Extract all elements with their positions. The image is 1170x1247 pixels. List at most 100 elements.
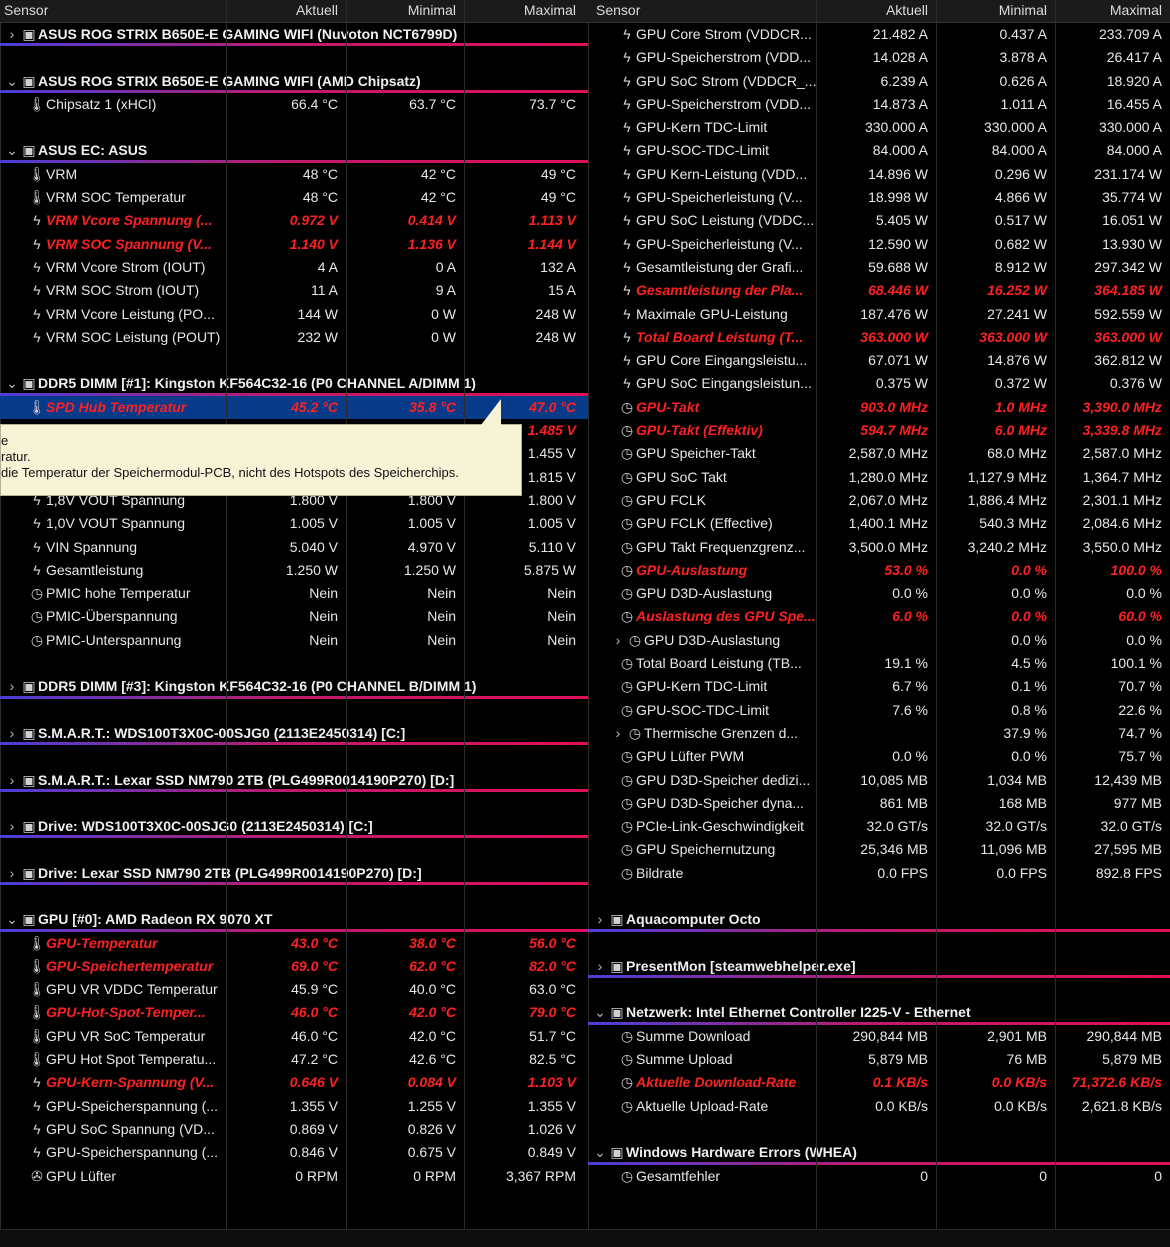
sensor-row[interactable]: ◷ GPU SoC Takt 1,280.0 MHz 1,127.9 MHz 1,364…	[588, 466, 1170, 489]
sensor-row[interactable]: 🌡GPU-Temperatur 43.0 °C 38.0 °C 56.0 °C	[0, 932, 588, 955]
sensor-group-header[interactable]: › ▣ ASUS ROG STRIX B650E-E GAMING WIFI (Nu…	[0, 23, 588, 47]
sensor-row[interactable]: ◷ GPU-Takt (Effektiv) 594.7 MHz 6.0 MHz 3,33…	[588, 419, 1170, 442]
chevron-down-icon[interactable]: ⌄	[4, 372, 20, 395]
sensor-row[interactable]: ◷ PCIe-Link-Geschwindigkeit 32.0 GT/s 32.0 …	[588, 815, 1170, 838]
chevron-right-icon[interactable]: ›	[4, 675, 20, 698]
chevron-right-icon[interactable]: ›	[592, 908, 608, 931]
sensor-row[interactable]: ◷ Aktuelle Upload-Rate 0.0 KB/s 0.0 KB/s 2,6…	[588, 1095, 1170, 1118]
sensor-row[interactable]: ϟ VRM Vcore Strom (IOUT) 4 A 0 A 132 A	[0, 256, 588, 279]
header-min[interactable]: Minimal	[346, 0, 464, 22]
sensor-row[interactable]: ϟ GPU Kern-Leistung (VDD... 14.896 W 0.296 …	[588, 163, 1170, 186]
sensor-row[interactable]: ϟ GPU-SOC-TDC-Limit 84.000 A 84.000 A 84.000…	[588, 139, 1170, 162]
sensor-row[interactable]: ϟ GPU-Speicherspannung (... 0.846 V 0.675 V…	[0, 1141, 588, 1164]
chevron-right-icon[interactable]: ›	[610, 629, 626, 652]
chevron-right-icon[interactable]: ›	[4, 862, 20, 885]
sensor-row[interactable]: ϟ Gesamtleistung der Grafi... 59.688 W 8.91…	[588, 256, 1170, 279]
sensor-row[interactable]: ϟ GPU SoC Spannung (VD... 0.869 V 0.826 V 1.…	[0, 1118, 588, 1141]
sensor-row[interactable]: ◷ PMIC-Überspannung Nein Nein Nein	[0, 605, 588, 628]
sensor-row[interactable]: ◷ GPU-Kern TDC-Limit 6.7 % 0.1 % 70.7 %	[588, 675, 1170, 698]
sensor-row[interactable]: 🌡GPU-Speichertemperatur 69.0 °C 62.0 °C 82.…	[0, 955, 588, 978]
sensor-group-header[interactable]: › ▣ Drive: Lexar SSD NM790 2TB (PLG499R001…	[0, 862, 588, 886]
chevron-down-icon[interactable]: ⌄	[592, 1001, 608, 1024]
sensor-row[interactable]: 🌡GPU-Hot-Spot-Temper... 46.0 °C 42.0 °C 79.…	[0, 1001, 588, 1024]
sensor-row[interactable]: ◷ GPU FCLK 2,067.0 MHz 1,886.4 MHz 2,301.1 M…	[588, 489, 1170, 512]
sensor-group-header[interactable]: › ▣ Aquacomputer Octo	[588, 908, 1170, 932]
chevron-right-icon[interactable]: ›	[4, 23, 20, 46]
chevron-right-icon[interactable]: ›	[4, 722, 20, 745]
sensor-row[interactable]: 🌡Chipsatz 1 (xHCI) 66.4 °C 63.7 °C 73.7 °C	[0, 93, 588, 116]
header-current[interactable]: Aktuell	[226, 0, 346, 22]
sensor-row[interactable]: ϟ GPU SoC Eingangsleistun... 0.375 W 0.372 …	[588, 372, 1170, 395]
sensor-row[interactable]: ◷ GPU Speichernutzung 25,346 MB 11,096 MB 27…	[588, 838, 1170, 861]
chevron-down-icon[interactable]: ⌄	[4, 908, 20, 931]
sensor-group-header[interactable]: ⌄ ▣ Netzwerk: Intel Ethernet Controller I2…	[588, 1001, 1170, 1026]
sensor-row[interactable]: ϟ GPU-Speicherstrom (VDD... 14.873 A 1.011 …	[588, 93, 1170, 116]
sensor-row[interactable]: ϟ GPU-Speicherstrom (VDD... 14.028 A 3.878 …	[588, 46, 1170, 69]
sensor-pane-left[interactable]: Sensor Aktuell Minimal Maximal › ▣ ASUS RO…	[0, 0, 588, 1230]
header-max[interactable]: Maximal	[464, 0, 584, 22]
sensor-row[interactable]: ϟ GPU Core Eingangsleistu... 67.071 W 14.87…	[588, 349, 1170, 372]
sensor-row[interactable]: ◷ PMIC hohe Temperatur Nein Nein Nein	[0, 582, 588, 605]
sensor-row[interactable]: ◷ GPU D3D-Auslastung 0.0 % 0.0 % 0.0 %	[588, 582, 1170, 605]
sensor-row[interactable]: ◷ GPU-Takt 903.0 MHz 1.0 MHz 3,390.0 MHz	[588, 396, 1170, 419]
sensor-row[interactable]: ◷ PMIC-Unterspannung Nein Nein Nein	[0, 629, 588, 652]
sensor-group-header[interactable]: › ▣ DDR5 DIMM [#3]: Kingston KF564C32-16 (…	[0, 675, 588, 699]
chevron-right-icon[interactable]: ›	[4, 769, 20, 792]
sensor-row[interactable]: 🌡VRM SOC Temperatur 48 °C 42 °C 49 °C	[0, 186, 588, 209]
sensor-row[interactable]: ϟ Gesamtleistung der Pla... 68.446 W 16.252…	[588, 279, 1170, 302]
sensor-row[interactable]: ϟ GPU Core Strom (VDDCR... 21.482 A 0.437 A…	[588, 23, 1170, 46]
sensor-row[interactable]: ϟ GPU SoC Strom (VDDCR_... 6.239 A 0.626 A 1…	[588, 70, 1170, 93]
chevron-right-icon[interactable]: ›	[4, 815, 20, 838]
sensor-row[interactable]: ◷ Summe Download 290,844 MB 2,901 MB 290,844…	[588, 1025, 1170, 1048]
header-current[interactable]: Aktuell	[816, 0, 936, 22]
sensor-row[interactable]: ◷ GPU D3D-Speicher dedizi... 10,085 MB 1,03…	[588, 769, 1170, 792]
sensor-row[interactable]: ◷ GPU-Auslastung 53.0 % 0.0 % 100.0 %	[588, 559, 1170, 582]
sensor-row[interactable]: ϟ GPU-Kern TDC-Limit 330.000 A 330.000 A 330…	[588, 116, 1170, 139]
sensor-row[interactable]: ◷ GPU Takt Frequenzgrenz... 3,500.0 MHz 3,2…	[588, 536, 1170, 559]
sensor-group-header[interactable]: › ▣ Drive: WDS100T3X0C-00SJG0 (2113E245031…	[0, 815, 588, 839]
sensor-row[interactable]: ◷ GPU Speicher-Takt 2,587.0 MHz 68.0 MHz 2,5…	[588, 442, 1170, 465]
sensor-row[interactable]: ◷ Aktuelle Download-Rate 0.1 KB/s 0.0 KB/s 7…	[588, 1071, 1170, 1094]
sensor-row[interactable]: ϟ Maximale GPU-Leistung 187.476 W 27.241 W 5…	[588, 303, 1170, 326]
sensor-row[interactable]: ϟ Gesamtleistung 1.250 W 1.250 W 5.875 W	[0, 559, 588, 582]
sensor-row[interactable]: ϟ GPU-Speicherspannung (... 1.355 V 1.255 V…	[0, 1095, 588, 1118]
chevron-right-icon[interactable]: ›	[610, 722, 626, 745]
sensor-row[interactable]: 🌡GPU Hot Spot Temperatu... 47.2 °C 42.6 °C…	[0, 1048, 588, 1071]
sensor-row[interactable]: ◷ Total Board Leistung (TB... 19.1 % 4.5 % 1…	[588, 652, 1170, 675]
sensor-row[interactable]: ◷ GPU FCLK (Effective) 1,400.1 MHz 540.3 MH…	[588, 512, 1170, 535]
sensor-row[interactable]: ◷ Gesamtfehler 0 0 0	[588, 1165, 1170, 1188]
sensor-row[interactable]: ◷ GPU Lüfter PWM 0.0 % 0.0 % 75.7 %	[588, 745, 1170, 768]
sensor-row[interactable]: ◷ GPU D3D-Speicher dyna... 861 MB 168 MB 977…	[588, 792, 1170, 815]
sensor-group-header[interactable]: › ▣ S.M.A.R.T.: Lexar SSD NM790 2TB (PLG49…	[0, 769, 588, 793]
sensor-row[interactable]: ϟ GPU-Speicherleistung (V... 18.998 W 4.866…	[588, 186, 1170, 209]
sensor-group-header[interactable]: › ▣ S.M.A.R.T.: WDS100T3X0C-00SJG0 (2113E2…	[0, 722, 588, 746]
sensor-row[interactable]: › ◷ Thermische Grenzen d... 37.9 % 74.7 %	[588, 722, 1170, 745]
sensor-pane-right[interactable]: Sensor Aktuell Minimal Maximal ϟ GPU Core…	[588, 0, 1170, 1230]
sensor-group-header[interactable]: ⌄ ▣ ASUS EC: ASUS	[0, 139, 588, 164]
sensor-row[interactable]: ◷ Auslastung des GPU Spe... 6.0 % 0.0 % 60.0…	[588, 605, 1170, 628]
sensor-row[interactable]: ϟ GPU-Speicherleistung (V... 12.590 W 0.682…	[588, 233, 1170, 256]
sensor-group-header[interactable]: ⌄ ▣ DDR5 DIMM [#1]: Kingston KF564C32-16 (…	[0, 372, 588, 397]
sensor-row[interactable]: ϟ VRM SOC Leistung (POUT) 232 W 0 W 248 W	[0, 326, 588, 349]
sensor-row[interactable]: ϟ VRM SOC Spannung (V... 1.140 V 1.136 V 1.1…	[0, 233, 588, 256]
header-sensor[interactable]: Sensor	[0, 0, 226, 22]
sensor-row[interactable]: ϟ VRM Vcore Spannung (... 0.972 V 0.414 V 1.…	[0, 209, 588, 232]
chevron-right-icon[interactable]: ›	[592, 955, 608, 978]
sensor-row[interactable]: ϟ VRM Vcore Leistung (PO... 144 W 0 W 248 W	[0, 303, 588, 326]
sensor-group-header[interactable]: ⌄ ▣ ASUS ROG STRIX B650E-E GAMING WIFI (AM…	[0, 70, 588, 94]
sensor-row[interactable]: ϟ GPU SoC Leistung (VDDC... 5.405 W 0.517 W…	[588, 209, 1170, 232]
chevron-down-icon[interactable]: ⌄	[4, 139, 20, 162]
sensor-group-header[interactable]: ⌄ ▣ Windows Hardware Errors (WHEA)	[588, 1141, 1170, 1165]
sensor-group-header[interactable]: ⌄ ▣ GPU [#0]: AMD Radeon RX 9070 XT	[0, 908, 588, 932]
header-sensor[interactable]: Sensor	[588, 0, 816, 22]
sensor-row[interactable]: › ◷ GPU D3D-Auslastung 0.0 % 0.0 %	[588, 629, 1170, 652]
sensor-group-header[interactable]: › ▣ PresentMon [steamwebhelper.exe]	[588, 955, 1170, 979]
sensor-row[interactable]: ϟ GPU-Kern-Spannung (V... 0.646 V 0.084 V 1.…	[0, 1071, 588, 1094]
header-max[interactable]: Maximal	[1055, 0, 1170, 22]
sensor-row[interactable]: ◷ Bildrate 0.0 FPS 0.0 FPS 892.8 FPS	[588, 862, 1170, 885]
sensor-row[interactable]: ϟ VRM SOC Strom (IOUT) 11 A 9 A 15 A	[0, 279, 588, 302]
chevron-down-icon[interactable]: ⌄	[592, 1141, 608, 1164]
sensor-row[interactable]: ϟ 1,0V VOUT Spannung 1.005 V 1.005 V 1.005 V	[0, 512, 588, 535]
sensor-row[interactable]: 🌡VRM 48 °C 42 °C 49 °C	[0, 163, 588, 186]
chevron-down-icon[interactable]: ⌄	[4, 70, 20, 93]
